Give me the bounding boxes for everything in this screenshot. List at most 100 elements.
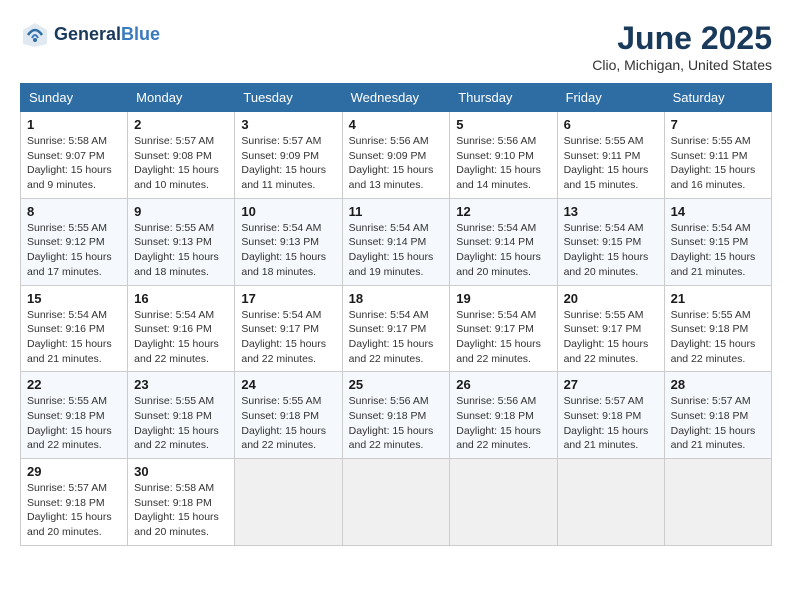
calendar-cell: 25 Sunrise: 5:56 AM Sunset: 9:18 PM Dayli… <box>342 372 450 459</box>
day-number: 20 <box>564 291 658 306</box>
day-number: 19 <box>456 291 550 306</box>
day-number: 11 <box>349 204 444 219</box>
calendar-cell: 17 Sunrise: 5:54 AM Sunset: 9:17 PM Dayli… <box>235 285 342 372</box>
calendar-cell: 1 Sunrise: 5:58 AM Sunset: 9:07 PM Daylig… <box>21 112 128 199</box>
calendar-cell: 26 Sunrise: 5:56 AM Sunset: 9:18 PM Dayli… <box>450 372 557 459</box>
day-info: Sunrise: 5:55 AM Sunset: 9:18 PM Dayligh… <box>671 308 765 367</box>
day-info: Sunrise: 5:56 AM Sunset: 9:18 PM Dayligh… <box>456 394 550 453</box>
title-area: June 2025 Clio, Michigan, United States <box>592 20 772 73</box>
calendar-cell: 11 Sunrise: 5:54 AM Sunset: 9:14 PM Dayli… <box>342 198 450 285</box>
day-info: Sunrise: 5:58 AM Sunset: 9:07 PM Dayligh… <box>27 134 121 193</box>
day-number: 23 <box>134 377 228 392</box>
day-number: 10 <box>241 204 335 219</box>
calendar-cell <box>342 459 450 546</box>
calendar-body: 1 Sunrise: 5:58 AM Sunset: 9:07 PM Daylig… <box>21 112 772 546</box>
day-info: Sunrise: 5:54 AM Sunset: 9:14 PM Dayligh… <box>456 221 550 280</box>
calendar-cell: 10 Sunrise: 5:54 AM Sunset: 9:13 PM Dayli… <box>235 198 342 285</box>
calendar-cell: 29Sunrise: 5:57 AM Sunset: 9:18 PM Dayli… <box>21 459 128 546</box>
calendar-cell: 4 Sunrise: 5:56 AM Sunset: 9:09 PM Daylig… <box>342 112 450 199</box>
day-number: 3 <box>241 117 335 132</box>
day-number: 26 <box>456 377 550 392</box>
day-number: 25 <box>349 377 444 392</box>
calendar-cell: 23 Sunrise: 5:55 AM Sunset: 9:18 PM Dayli… <box>128 372 235 459</box>
logo-icon <box>20 20 50 50</box>
weekday-header-saturday: Saturday <box>664 84 771 112</box>
day-info: Sunrise: 5:56 AM Sunset: 9:09 PM Dayligh… <box>349 134 444 193</box>
day-info: Sunrise: 5:57 AM Sunset: 9:18 PM Dayligh… <box>564 394 658 453</box>
weekday-header-monday: Monday <box>128 84 235 112</box>
day-info: Sunrise: 5:54 AM Sunset: 9:15 PM Dayligh… <box>564 221 658 280</box>
day-info: Sunrise: 5:54 AM Sunset: 9:17 PM Dayligh… <box>241 308 335 367</box>
day-info: Sunrise: 5:54 AM Sunset: 9:17 PM Dayligh… <box>456 308 550 367</box>
calendar-cell: 28 Sunrise: 5:57 AM Sunset: 9:18 PM Dayli… <box>664 372 771 459</box>
day-info: Sunrise: 5:57 AM Sunset: 9:09 PM Dayligh… <box>241 134 335 193</box>
day-info: Sunrise: 5:54 AM Sunset: 9:17 PM Dayligh… <box>349 308 444 367</box>
day-number: 30 <box>134 464 228 479</box>
day-info: Sunrise: 5:55 AM Sunset: 9:12 PM Dayligh… <box>27 221 121 280</box>
weekday-header-tuesday: Tuesday <box>235 84 342 112</box>
calendar-cell: 22Sunrise: 5:55 AM Sunset: 9:18 PM Dayli… <box>21 372 128 459</box>
calendar-cell <box>664 459 771 546</box>
day-number: 17 <box>241 291 335 306</box>
weekday-header-row: SundayMondayTuesdayWednesdayThursdayFrid… <box>21 84 772 112</box>
logo: GeneralBlue <box>20 20 160 50</box>
day-number: 15 <box>27 291 121 306</box>
calendar-subtitle: Clio, Michigan, United States <box>592 57 772 73</box>
weekday-header-thursday: Thursday <box>450 84 557 112</box>
day-number: 7 <box>671 117 765 132</box>
calendar-cell: 27 Sunrise: 5:57 AM Sunset: 9:18 PM Dayli… <box>557 372 664 459</box>
day-number: 27 <box>564 377 658 392</box>
calendar-week-2: 8Sunrise: 5:55 AM Sunset: 9:12 PM Daylig… <box>21 198 772 285</box>
day-info: Sunrise: 5:54 AM Sunset: 9:13 PM Dayligh… <box>241 221 335 280</box>
calendar-week-3: 15 Sunrise: 5:54 AM Sunset: 9:16 PM Dayli… <box>21 285 772 372</box>
calendar-cell: 24 Sunrise: 5:55 AM Sunset: 9:18 PM Dayli… <box>235 372 342 459</box>
day-number: 29 <box>27 464 121 479</box>
calendar-cell: 9Sunrise: 5:55 AM Sunset: 9:13 PM Daylig… <box>128 198 235 285</box>
day-number: 5 <box>456 117 550 132</box>
calendar-cell: 19 Sunrise: 5:54 AM Sunset: 9:17 PM Dayli… <box>450 285 557 372</box>
calendar-week-5: 29Sunrise: 5:57 AM Sunset: 9:18 PM Dayli… <box>21 459 772 546</box>
calendar-cell: 18Sunrise: 5:54 AM Sunset: 9:17 PM Dayli… <box>342 285 450 372</box>
day-info: Sunrise: 5:56 AM Sunset: 9:18 PM Dayligh… <box>349 394 444 453</box>
calendar-week-1: 1 Sunrise: 5:58 AM Sunset: 9:07 PM Daylig… <box>21 112 772 199</box>
calendar-cell: 13 Sunrise: 5:54 AM Sunset: 9:15 PM Dayli… <box>557 198 664 285</box>
calendar-cell: 30 Sunrise: 5:58 AM Sunset: 9:18 PM Dayli… <box>128 459 235 546</box>
day-number: 14 <box>671 204 765 219</box>
day-number: 21 <box>671 291 765 306</box>
calendar-cell: 6Sunrise: 5:55 AM Sunset: 9:11 PM Daylig… <box>557 112 664 199</box>
day-number: 2 <box>134 117 228 132</box>
day-info: Sunrise: 5:58 AM Sunset: 9:18 PM Dayligh… <box>134 481 228 540</box>
calendar-cell: 20Sunrise: 5:55 AM Sunset: 9:17 PM Dayli… <box>557 285 664 372</box>
day-number: 13 <box>564 204 658 219</box>
day-number: 1 <box>27 117 121 132</box>
day-number: 4 <box>349 117 444 132</box>
calendar-cell: 3 Sunrise: 5:57 AM Sunset: 9:09 PM Daylig… <box>235 112 342 199</box>
weekday-header-wednesday: Wednesday <box>342 84 450 112</box>
calendar-cell: 2 Sunrise: 5:57 AM Sunset: 9:08 PM Daylig… <box>128 112 235 199</box>
calendar-week-4: 22 Sunrise: 5:55 AM Sunset: 9:18 PM Dayli… <box>21 372 772 459</box>
calendar-cell: 16 Sunrise: 5:54 AM Sunset: 9:16 PM Dayli… <box>128 285 235 372</box>
day-info: Sunrise: 5:54 AM Sunset: 9:15 PM Dayligh… <box>671 221 765 280</box>
day-info: Sunrise: 5:55 AM Sunset: 9:18 PM Dayligh… <box>241 394 335 453</box>
day-info: Sunrise: 5:54 AM Sunset: 9:16 PM Dayligh… <box>27 308 121 367</box>
calendar-cell: 8Sunrise: 5:55 AM Sunset: 9:12 PM Daylig… <box>21 198 128 285</box>
day-info: Sunrise: 5:57 AM Sunset: 9:08 PM Dayligh… <box>134 134 228 193</box>
day-number: 9 <box>134 204 228 219</box>
day-number: 28 <box>671 377 765 392</box>
day-number: 16 <box>134 291 228 306</box>
calendar-cell: 15 Sunrise: 5:54 AM Sunset: 9:16 PM Dayli… <box>21 285 128 372</box>
calendar-title: June 2025 <box>592 20 772 57</box>
day-number: 24 <box>241 377 335 392</box>
calendar-cell: 21 Sunrise: 5:55 AM Sunset: 9:18 PM Dayli… <box>664 285 771 372</box>
day-info: Sunrise: 5:56 AM Sunset: 9:10 PM Dayligh… <box>456 134 550 193</box>
day-info: Sunrise: 5:57 AM Sunset: 9:18 PM Dayligh… <box>671 394 765 453</box>
day-number: 6 <box>564 117 658 132</box>
calendar-cell: 5 Sunrise: 5:56 AM Sunset: 9:10 PM Daylig… <box>450 112 557 199</box>
day-info: Sunrise: 5:54 AM Sunset: 9:16 PM Dayligh… <box>134 308 228 367</box>
calendar-cell: 14 Sunrise: 5:54 AM Sunset: 9:15 PM Dayli… <box>664 198 771 285</box>
day-number: 22 <box>27 377 121 392</box>
day-info: Sunrise: 5:54 AM Sunset: 9:14 PM Dayligh… <box>349 221 444 280</box>
day-info: Sunrise: 5:55 AM Sunset: 9:11 PM Dayligh… <box>671 134 765 193</box>
calendar-cell <box>235 459 342 546</box>
day-info: Sunrise: 5:55 AM Sunset: 9:18 PM Dayligh… <box>134 394 228 453</box>
